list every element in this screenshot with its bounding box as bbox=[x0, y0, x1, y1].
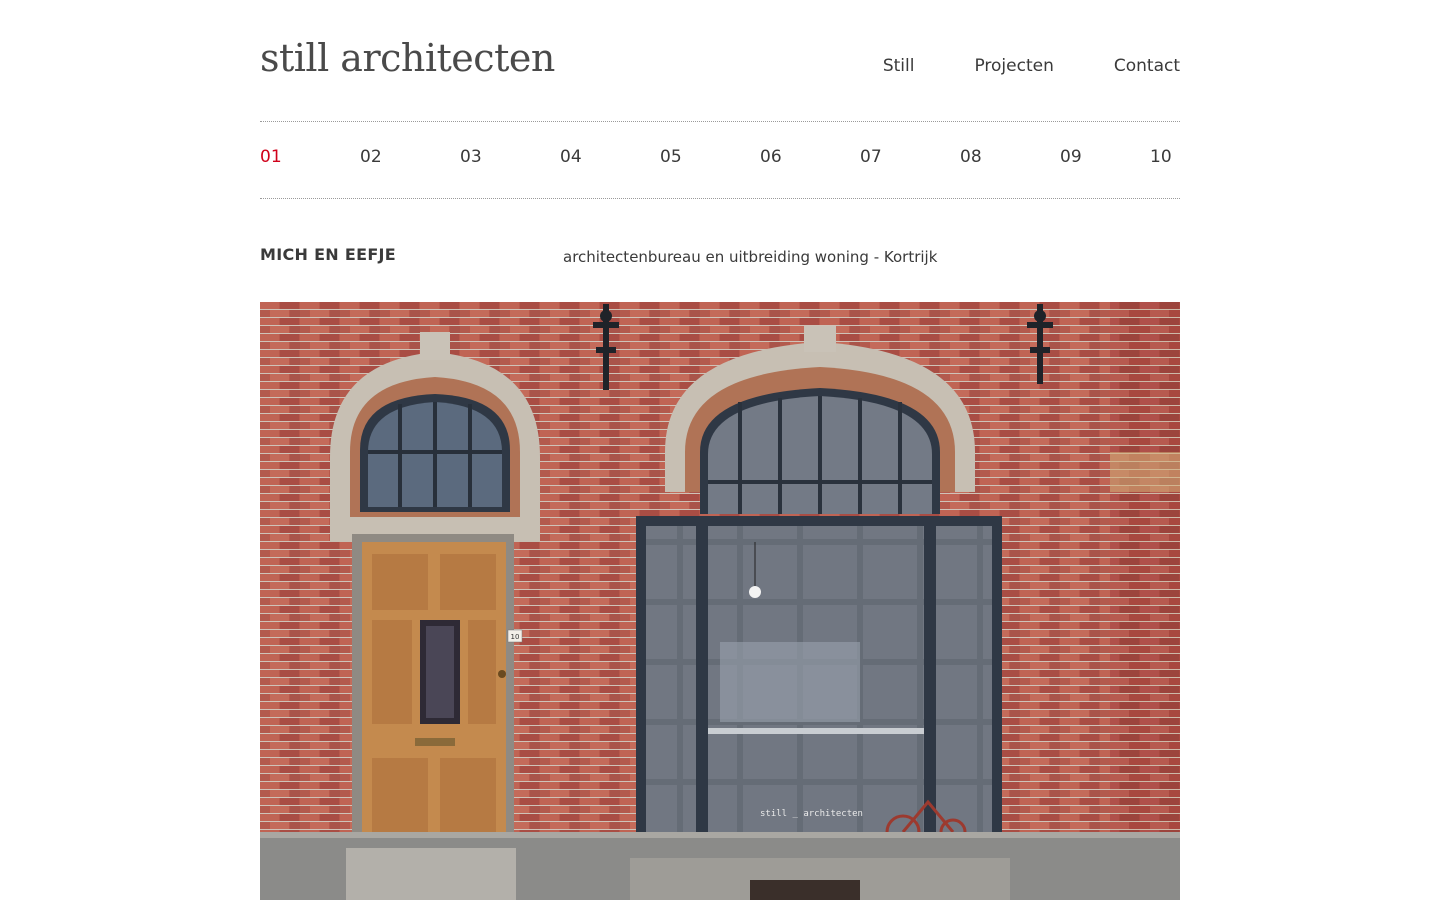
neighbor-wall bbox=[1110, 302, 1180, 900]
pager-item-07[interactable]: 07 bbox=[860, 147, 882, 167]
pager-item-06[interactable]: 06 bbox=[760, 147, 782, 167]
pager-item-05[interactable]: 05 bbox=[660, 147, 682, 167]
project-photo: 10 still _ architecten bbox=[260, 302, 1180, 900]
project-subtitle: architectenbureau en uitbreiding woning … bbox=[563, 248, 938, 266]
front-door bbox=[352, 534, 514, 852]
divider-top bbox=[260, 121, 1180, 122]
pager-item-02[interactable]: 02 bbox=[360, 147, 382, 167]
pager-item-04[interactable]: 04 bbox=[560, 147, 582, 167]
nav-contact[interactable]: Contact bbox=[1114, 56, 1180, 76]
pager-item-09[interactable]: 09 bbox=[1060, 147, 1082, 167]
main-nav: Still Projecten Contact bbox=[823, 56, 1180, 76]
pager-item-03[interactable]: 03 bbox=[460, 147, 482, 167]
image-pager: 01 02 03 04 05 06 07 08 09 10 bbox=[260, 147, 1180, 171]
pager-item-08[interactable]: 08 bbox=[960, 147, 982, 167]
house-number-text: 10 bbox=[511, 633, 520, 641]
page: still architecten Still Projecten Contac… bbox=[260, 0, 1180, 900]
pager-item-10[interactable]: 10 bbox=[1150, 147, 1172, 167]
shop-window bbox=[636, 516, 1002, 856]
nav-projecten[interactable]: Projecten bbox=[974, 56, 1053, 76]
nav-still[interactable]: Still bbox=[883, 56, 915, 76]
pager-item-01[interactable]: 01 bbox=[260, 147, 282, 167]
project-title: MICH EN EEFJE bbox=[260, 245, 397, 264]
window-lettering: still _ architecten bbox=[760, 809, 863, 819]
divider-bottom bbox=[260, 198, 1180, 199]
site-logo[interactable]: still architecten bbox=[260, 36, 555, 80]
